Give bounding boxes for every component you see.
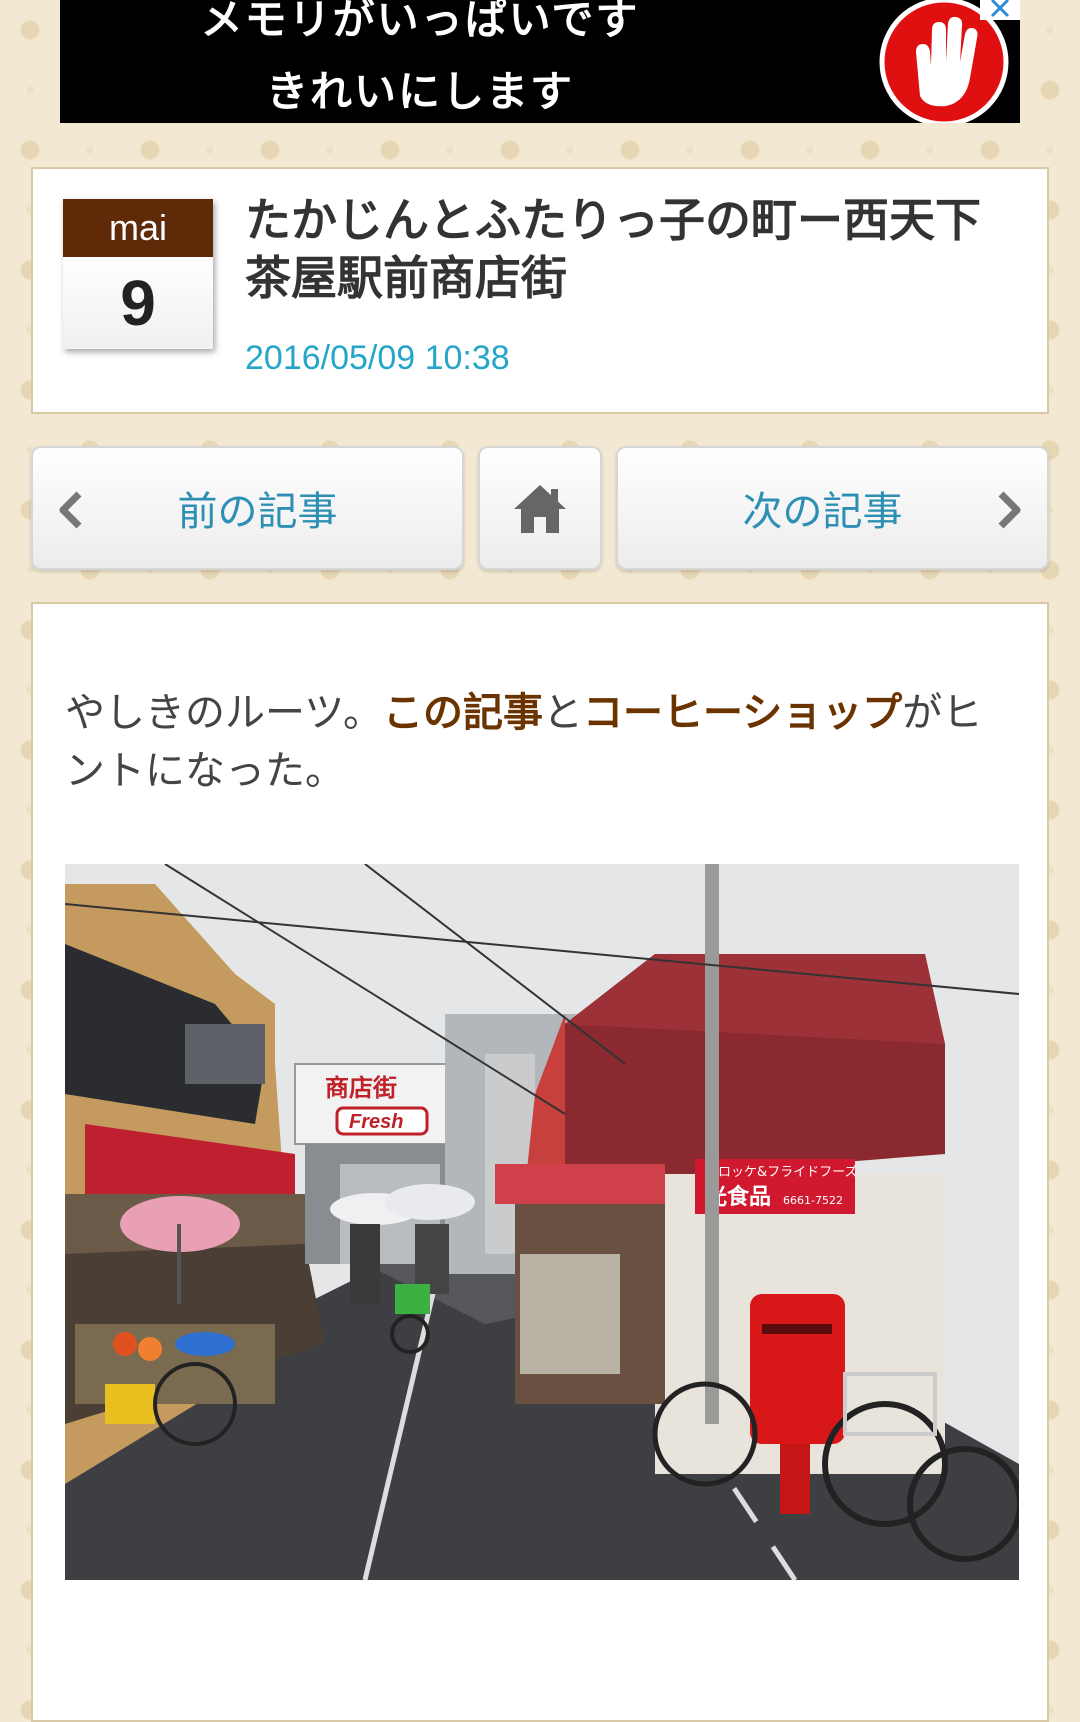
prev-article-button[interactable]: 前の記事 bbox=[31, 446, 464, 570]
date-day: 9 bbox=[63, 257, 213, 349]
chevron-right-icon bbox=[998, 491, 1021, 529]
shop-sign-phone: 6661-7522 bbox=[783, 1194, 843, 1207]
home-icon bbox=[514, 485, 566, 533]
article-body-card: やしきのルーツ。この記事とコーヒーショップがヒントになった。 商店街 Fresh bbox=[31, 602, 1049, 1722]
shopping-street-photo: 商店街 Fresh コロッケ&フライドフーズ 光食品 6661-7522 bbox=[65, 864, 1019, 1580]
intro-text-2: と bbox=[543, 690, 583, 736]
prev-article-label: 前の記事 bbox=[177, 489, 338, 535]
next-article-button[interactable]: 次の記事 bbox=[616, 446, 1049, 570]
post-title: たかじんとふたりっ子の町ー西天下茶屋駅前商店街 bbox=[245, 193, 981, 305]
arcade-sign-text: 商店街 bbox=[325, 1074, 397, 1102]
street-photo: 商店街 Fresh コロッケ&フライドフーズ 光食品 6661-7522 bbox=[65, 864, 1019, 1580]
ad-text-line2: きれいにします bbox=[265, 67, 574, 116]
article-intro: やしきのルーツ。この記事とコーヒーショップがヒントになった。 bbox=[65, 684, 1015, 800]
arcade-brand-text: Fresh bbox=[349, 1111, 403, 1133]
chevron-left-icon bbox=[59, 491, 82, 529]
date-badge: mai 9 bbox=[63, 199, 213, 349]
intro-text-1: やしきのルーツ。 bbox=[65, 690, 383, 736]
post-datetime: 2016/05/09 10:38 bbox=[245, 339, 510, 377]
ad-banner[interactable]: メモリがいっぱいです きれいにします bbox=[60, 0, 1020, 123]
shop-sign-top: コロッケ&フライドフーズ bbox=[705, 1164, 858, 1180]
post-header-card: mai 9 たかじんとふたりっ子の町ー西天下茶屋駅前商店街 2016/05/09… bbox=[31, 167, 1049, 414]
link-coffee-shop[interactable]: コーヒーショップ bbox=[583, 690, 902, 736]
close-icon[interactable] bbox=[980, 0, 1020, 20]
ad-text-line1: メモリがいっぱいです bbox=[200, 0, 640, 44]
next-article-label: 次の記事 bbox=[742, 489, 903, 535]
date-month: mai bbox=[63, 199, 213, 257]
home-button[interactable] bbox=[478, 446, 602, 570]
link-this-article[interactable]: この記事 bbox=[383, 690, 543, 736]
